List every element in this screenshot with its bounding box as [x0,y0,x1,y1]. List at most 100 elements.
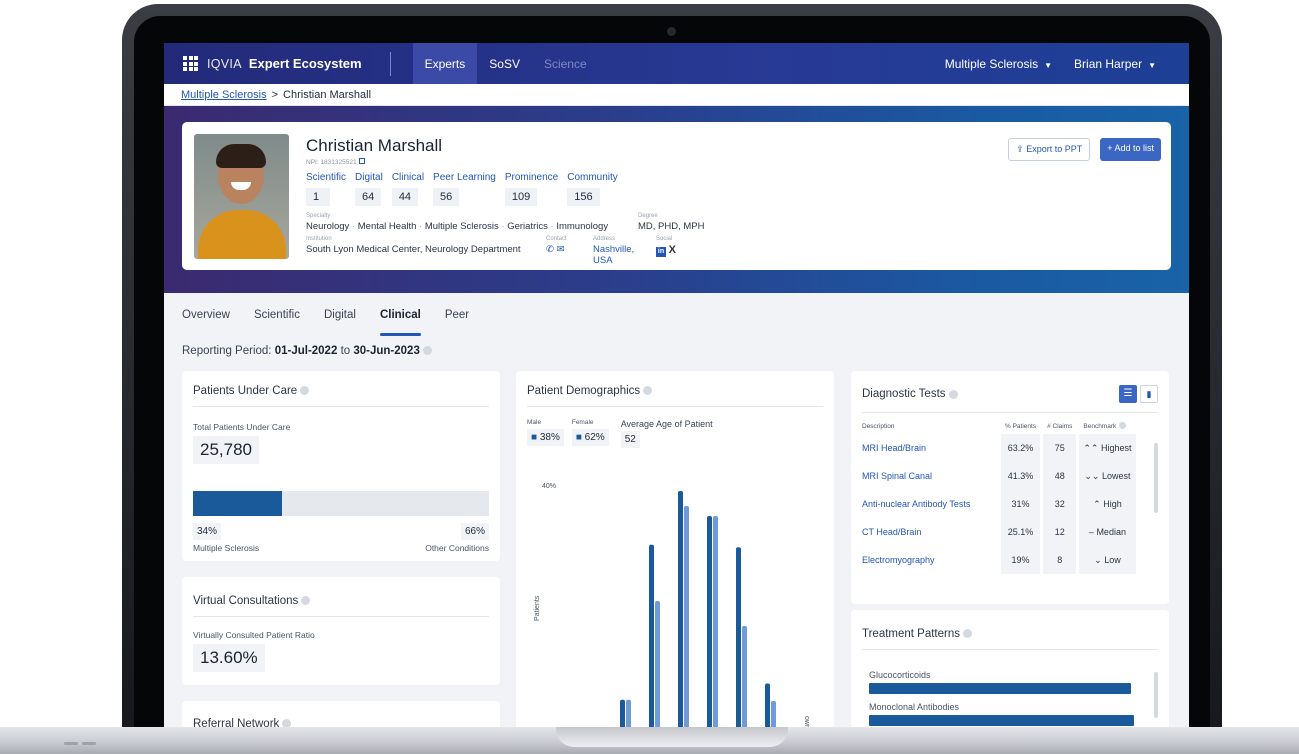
address-value[interactable]: Nashville, USA [593,244,656,266]
screen: IQVIA Expert Ecosystem Experts SoSV Scie… [164,43,1189,730]
info-icon[interactable] [948,389,958,399]
tab-scientific[interactable]: Scientific [254,309,300,341]
score-label-clinical[interactable]: Clinical [392,172,424,183]
bar-female-7[interactable] [771,701,776,730]
nav-divider [389,51,391,76]
top-nav: IQVIA Expert Ecosystem Experts SoSV Scie… [164,43,1189,84]
test-link[interactable]: MRI Head/Brain [862,434,998,462]
degree-value: MD, PHD, MPH [638,221,705,232]
address-label: Address [593,236,616,242]
x-icon[interactable]: X [669,244,676,256]
other-label: Other Conditions [425,543,489,553]
nav-tab-science[interactable]: Science [532,43,599,84]
score-row: Scientific 1 Digital 64 Clinical 44 Peer Le… [306,172,705,206]
column-header: # Claims [1047,422,1073,430]
double-up-icon: ⌃⌃ [1083,442,1099,453]
total-label: Total Patients Under Care [193,422,291,432]
column-header: Description [862,422,895,430]
bar-female-4[interactable] [684,506,689,730]
bar-female-5[interactable] [713,516,718,730]
score-value-peer-learning: 56 [433,188,460,206]
social-label: Social [656,236,673,242]
scrollbar[interactable] [1154,443,1158,513]
info-icon[interactable] [963,629,973,638]
mail-icon[interactable]: ✉ [557,244,565,255]
panel-title: Virtual Consultations [193,595,299,607]
diagnostic-tests-panel: Diagnostic Tests ☰ ▮ Description % Patie… [851,371,1169,604]
breadcrumb-link-parent[interactable]: Multiple Sclerosis [181,89,267,101]
female-percent: 62% [584,432,605,443]
profile-hero: Christian Marshall NPI: 1831325521 Scien… [164,106,1189,293]
up-icon: ⌃ [1093,498,1101,509]
export-ppt-button[interactable]: ⇪ Export to PPT [1008,138,1091,161]
list-view-icon[interactable]: ☰ [1119,385,1137,403]
ms-percent: 34% [193,523,222,540]
treatment-patterns-panel: Treatment Patterns Glucocorticoids Monoc… [851,610,1169,730]
info-icon[interactable] [301,596,311,605]
score-label-community[interactable]: Community [567,172,618,183]
profile-tabs: Overview Scientific Digital Clinical Pee… [182,293,1171,341]
female-dot: ■ [575,432,582,443]
specialty-list: Neurology · Mental Health · Multiple Scl… [306,221,609,232]
scrollbar[interactable] [1154,672,1158,718]
tab-peer[interactable]: Peer [445,309,469,341]
nav-tab-sosv[interactable]: SoSV [477,43,532,84]
avg-age-label: Average Age of Patient [620,419,713,429]
contact-label: Contact [546,236,567,242]
score-label-scientific[interactable]: Scientific [306,172,346,183]
chart-view-icon[interactable]: ▮ [1140,385,1158,403]
app-grid-icon[interactable] [183,56,198,71]
therapy-area-label: Multiple Sclerosis [944,56,1039,71]
bar-female-2[interactable] [626,699,631,730]
info-icon[interactable] [422,346,432,355]
chevron-down-icon: ▼ [1044,60,1053,70]
copy-icon[interactable] [358,158,365,164]
bar-female-6[interactable] [742,626,747,730]
table-row: MRI Head/Brain 63.2% 75 ⌃⌃ Highest [862,434,1136,462]
export-label: Export to PPT [1026,144,1083,154]
user-menu[interactable]: Brian Harper ▼ [1074,57,1156,71]
bar-male-7[interactable] [765,683,770,731]
bar-male-4[interactable] [678,491,683,730]
bar-male-5[interactable] [707,516,712,730]
panel-title: Diagnostic Tests [862,388,946,400]
demographics-bar-chart: 40% Patients own [534,483,810,731]
score-label-prominence[interactable]: Prominence [505,172,558,183]
info-icon[interactable] [300,386,310,395]
treatment-bar [869,683,1131,694]
tab-clinical[interactable]: Clinical [379,309,421,341]
phone-icon[interactable]: ✆ [546,244,554,255]
app-name: Expert Ecosystem [248,56,362,71]
treatment-bar [869,715,1134,726]
nav-tab-experts[interactable]: Experts [412,43,478,84]
score-label-digital[interactable]: Digital [355,172,383,183]
ratio-label: Virtually Consulted Patient Ratio [193,630,315,640]
bar-female-3[interactable] [655,601,660,730]
bar-male-3[interactable] [649,544,654,730]
column-header: Benchmark [1079,418,1135,434]
ms-label: Multiple Sclerosis [193,543,260,553]
tab-overview[interactable]: Overview [182,309,230,341]
male-dot: ■ [531,432,538,443]
therapy-area-dropdown[interactable]: Multiple Sclerosis ▼ [945,57,1052,71]
male-percent: 38% [539,432,560,443]
score-value-prominence: 109 [504,188,538,206]
female-label: Female [571,419,594,426]
test-link[interactable]: Anti-nuclear Antibody Tests [862,490,998,518]
diagnostic-table: Description % Patients # Claims Benchmar… [859,418,1139,574]
y-tick-label: 40% [542,483,556,490]
other-percent: 66% [460,523,489,540]
score-label-peer-learning[interactable]: Peer Learning [433,172,496,183]
test-link[interactable]: Electromyography [862,546,998,574]
linkedin-icon[interactable]: in [656,247,666,257]
share-icon: ⇪ [1016,144,1027,154]
bar-male-2[interactable] [620,699,625,730]
info-icon[interactable] [643,386,653,395]
score-value-clinical: 44 [391,188,419,206]
bar-male-6[interactable] [736,547,741,730]
test-link[interactable]: CT Head/Brain [862,518,998,546]
referral-network-panel: Referral Network [182,701,500,730]
tab-digital[interactable]: Digital [324,309,356,341]
add-to-list-button[interactable]: + Add to list [1100,138,1161,161]
test-link[interactable]: MRI Spinal Canal [862,462,998,490]
